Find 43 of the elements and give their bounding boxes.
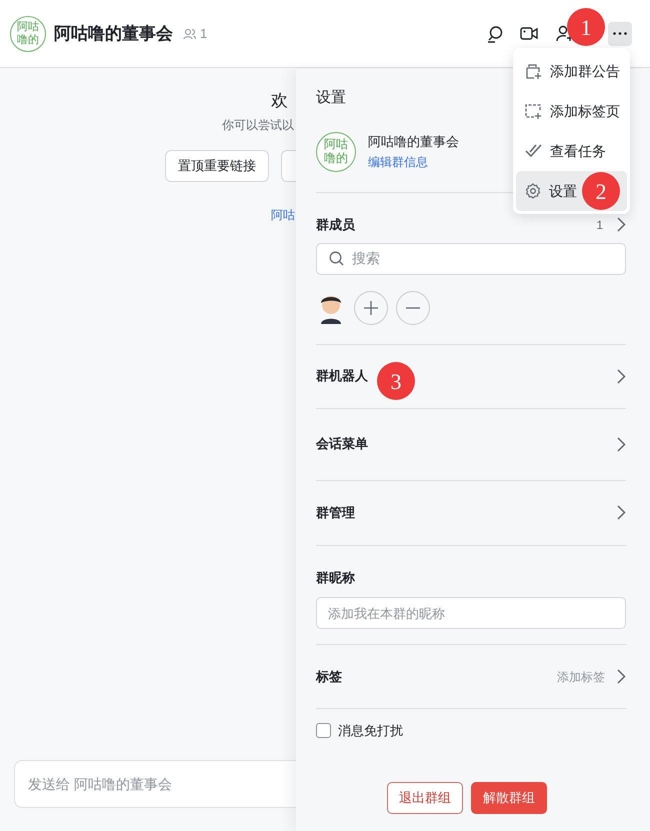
- welcome-title: 欢: [271, 90, 288, 112]
- section-label: 标签: [316, 668, 342, 686]
- checkbox-label: 消息免打扰: [338, 722, 403, 740]
- checkbox[interactable]: [316, 723, 331, 738]
- more-icon: [613, 32, 627, 35]
- settings-icon: [525, 183, 541, 199]
- chevron-right-icon: [617, 217, 626, 232]
- leave-group-button[interactable]: 退出群组: [387, 782, 463, 814]
- members-icon: [183, 28, 196, 40]
- more-button[interactable]: [608, 22, 632, 46]
- quick-action-button[interactable]: 置顶重要链接: [165, 150, 269, 182]
- edit-group-info-link[interactable]: 编辑群信息: [368, 153, 459, 172]
- add-member-button[interactable]: [354, 290, 388, 324]
- group-link[interactable]: 阿咕: [271, 206, 295, 224]
- minus-icon: [406, 306, 420, 308]
- settings-row-label[interactable]: 会话菜单: [316, 434, 368, 454]
- chevron-right-icon: [617, 436, 626, 452]
- disband-group-button[interactable]: 解散群组: [471, 782, 547, 814]
- search-icon: [329, 251, 344, 266]
- chevron-right-icon: [617, 368, 626, 384]
- announcement-icon: [525, 62, 542, 80]
- video-camera-icon[interactable]: [520, 26, 538, 41]
- member-count: 1: [596, 216, 603, 234]
- nickname-field[interactable]: 添加我在本群的昵称: [316, 597, 626, 629]
- chevron-right-icon: [617, 505, 626, 520]
- menu-item[interactable]: 查看任务: [516, 131, 627, 171]
- settings-row-label[interactable]: 群机器人: [316, 366, 368, 386]
- panel-title: 设置: [316, 88, 347, 108]
- settings-row-label[interactable]: 群管理: [316, 502, 355, 522]
- plus-icon: [364, 300, 378, 314]
- welcome-subtitle: 你可以尝试以: [222, 116, 294, 134]
- chat-title: 阿咕噜的董事会: [54, 22, 173, 45]
- menu-item[interactable]: 添加标签页: [516, 91, 627, 131]
- menu-item[interactable]: 添加群公告: [516, 51, 627, 91]
- search-icon[interactable]: [486, 24, 504, 42]
- chevron-right-icon: [617, 669, 626, 684]
- group-avatar: 阿咕噜的: [316, 132, 356, 172]
- member-count: 1: [200, 24, 208, 43]
- group-name: 阿咕噜的董事会: [368, 132, 459, 151]
- add-tab-icon: [525, 104, 542, 118]
- check-icon: [525, 144, 542, 158]
- section-label: 群昵称: [316, 568, 356, 586]
- section-label: 群成员: [316, 216, 355, 234]
